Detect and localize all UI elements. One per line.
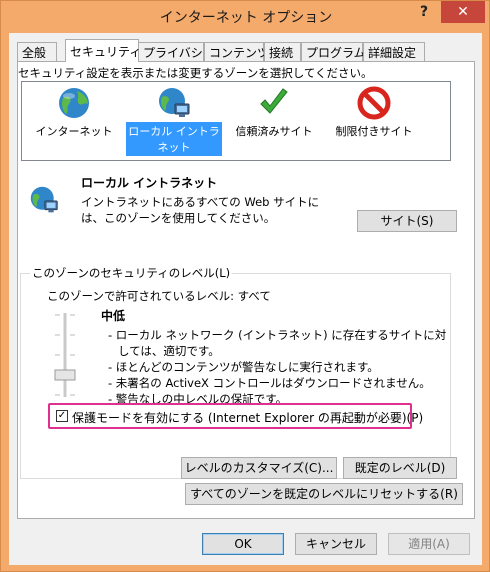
sites-button[interactable]: サイト(S) [357, 210, 457, 232]
zone-internet[interactable]: インターネット [26, 86, 122, 140]
zone-label-restricted-sites: 制限付きサイト [335, 125, 413, 138]
intranet-globe-icon [159, 88, 190, 117]
checkmark-icon [260, 88, 288, 114]
title-bar[interactable]: インターネット オプション ? ✕ [1, 1, 490, 33]
security-level-name: 中低 [101, 309, 126, 323]
tab-security[interactable]: セキュリティ [65, 39, 141, 62]
close-button[interactable]: ✕ [441, 1, 485, 23]
intranet-globe-icon [30, 186, 58, 213]
zone-label-internet: インターネット [35, 125, 113, 138]
reset-all-zones-button[interactable]: すべてのゾーンを既定のレベルにリセットする(R) [185, 483, 463, 505]
zone-restricted-sites[interactable]: 制限付きサイト [326, 86, 422, 140]
tab-privacy[interactable]: プライバシー [138, 42, 215, 61]
level-desc-line: - 未署名の ActiveX コントロールはダウンロードされません。 [108, 376, 431, 390]
window-title: インターネット オプション [159, 10, 333, 26]
zone-label-trusted-sites: 信頼済みサイト [235, 125, 313, 138]
selected-zone-name: ローカル イントラネット [81, 176, 218, 190]
protected-mode-checkbox[interactable]: ✓ [56, 410, 68, 422]
zone-label-local-intranet: ローカル イントラネット [126, 122, 222, 156]
tab-general[interactable]: 全般 [17, 42, 57, 61]
security-level-description: - ローカル ネットワーク (イントラネット) に存在するサイトに対しては、適切… [108, 327, 450, 407]
zone-trusted-sites[interactable]: 信頼済みサイト [226, 86, 322, 140]
security-level-slider[interactable] [53, 311, 77, 399]
tab-programs[interactable]: プログラム [301, 42, 366, 61]
tab-connections[interactable]: 接続 [264, 42, 301, 61]
tab-advanced[interactable]: 詳細設定 [363, 42, 425, 61]
globe-icon [59, 88, 89, 118]
protected-mode-label[interactable]: 保護モードを有効にする (Internet Explorer の再起動が必要)(… [72, 409, 423, 426]
level-desc-line: - ほとんどのコンテンツが警告なしに実行されます。 [108, 360, 379, 374]
security-level-group-title: このゾーンのセキュリティのレベル(L) [30, 265, 233, 281]
internet-options-window: インターネット オプション ? ✕ 全般 セキュリティ プライバシー コンテンツ… [0, 0, 490, 572]
tab-content[interactable]: コンテンツ [204, 42, 269, 61]
help-button[interactable]: ? [409, 1, 439, 23]
allowed-levels-text: このゾーンで許可されているレベル: すべて [47, 289, 271, 303]
prohibited-icon [357, 86, 391, 120]
selected-zone-description: イントラネットにあるすべての Web サイトには、このゾーンを使用してください。 [81, 195, 320, 225]
cancel-button[interactable]: キャンセル [295, 533, 377, 555]
zone-instruction: セキュリティ設定を表示または変更するゾーンを選択してください。 [18, 66, 373, 80]
apply-button[interactable]: 適用(A) [388, 533, 470, 555]
zone-local-intranet[interactable]: ローカル イントラネット [126, 86, 222, 156]
protected-mode-highlight: ✓ 保護モードを有効にする (Internet Explorer の再起動が必要… [48, 403, 423, 429]
ok-button[interactable]: OK [202, 533, 284, 555]
default-level-button[interactable]: 既定のレベル(D) [343, 457, 457, 479]
zone-list: インターネット ローカル イントラネット 信頼済みサイト 制限付きサイト [21, 81, 451, 161]
custom-level-button[interactable]: レベルのカスタマイズ(C)... [181, 457, 337, 479]
level-desc-line: - ローカル ネットワーク (イントラネット) に存在するサイトに対しては、適切… [108, 328, 447, 358]
